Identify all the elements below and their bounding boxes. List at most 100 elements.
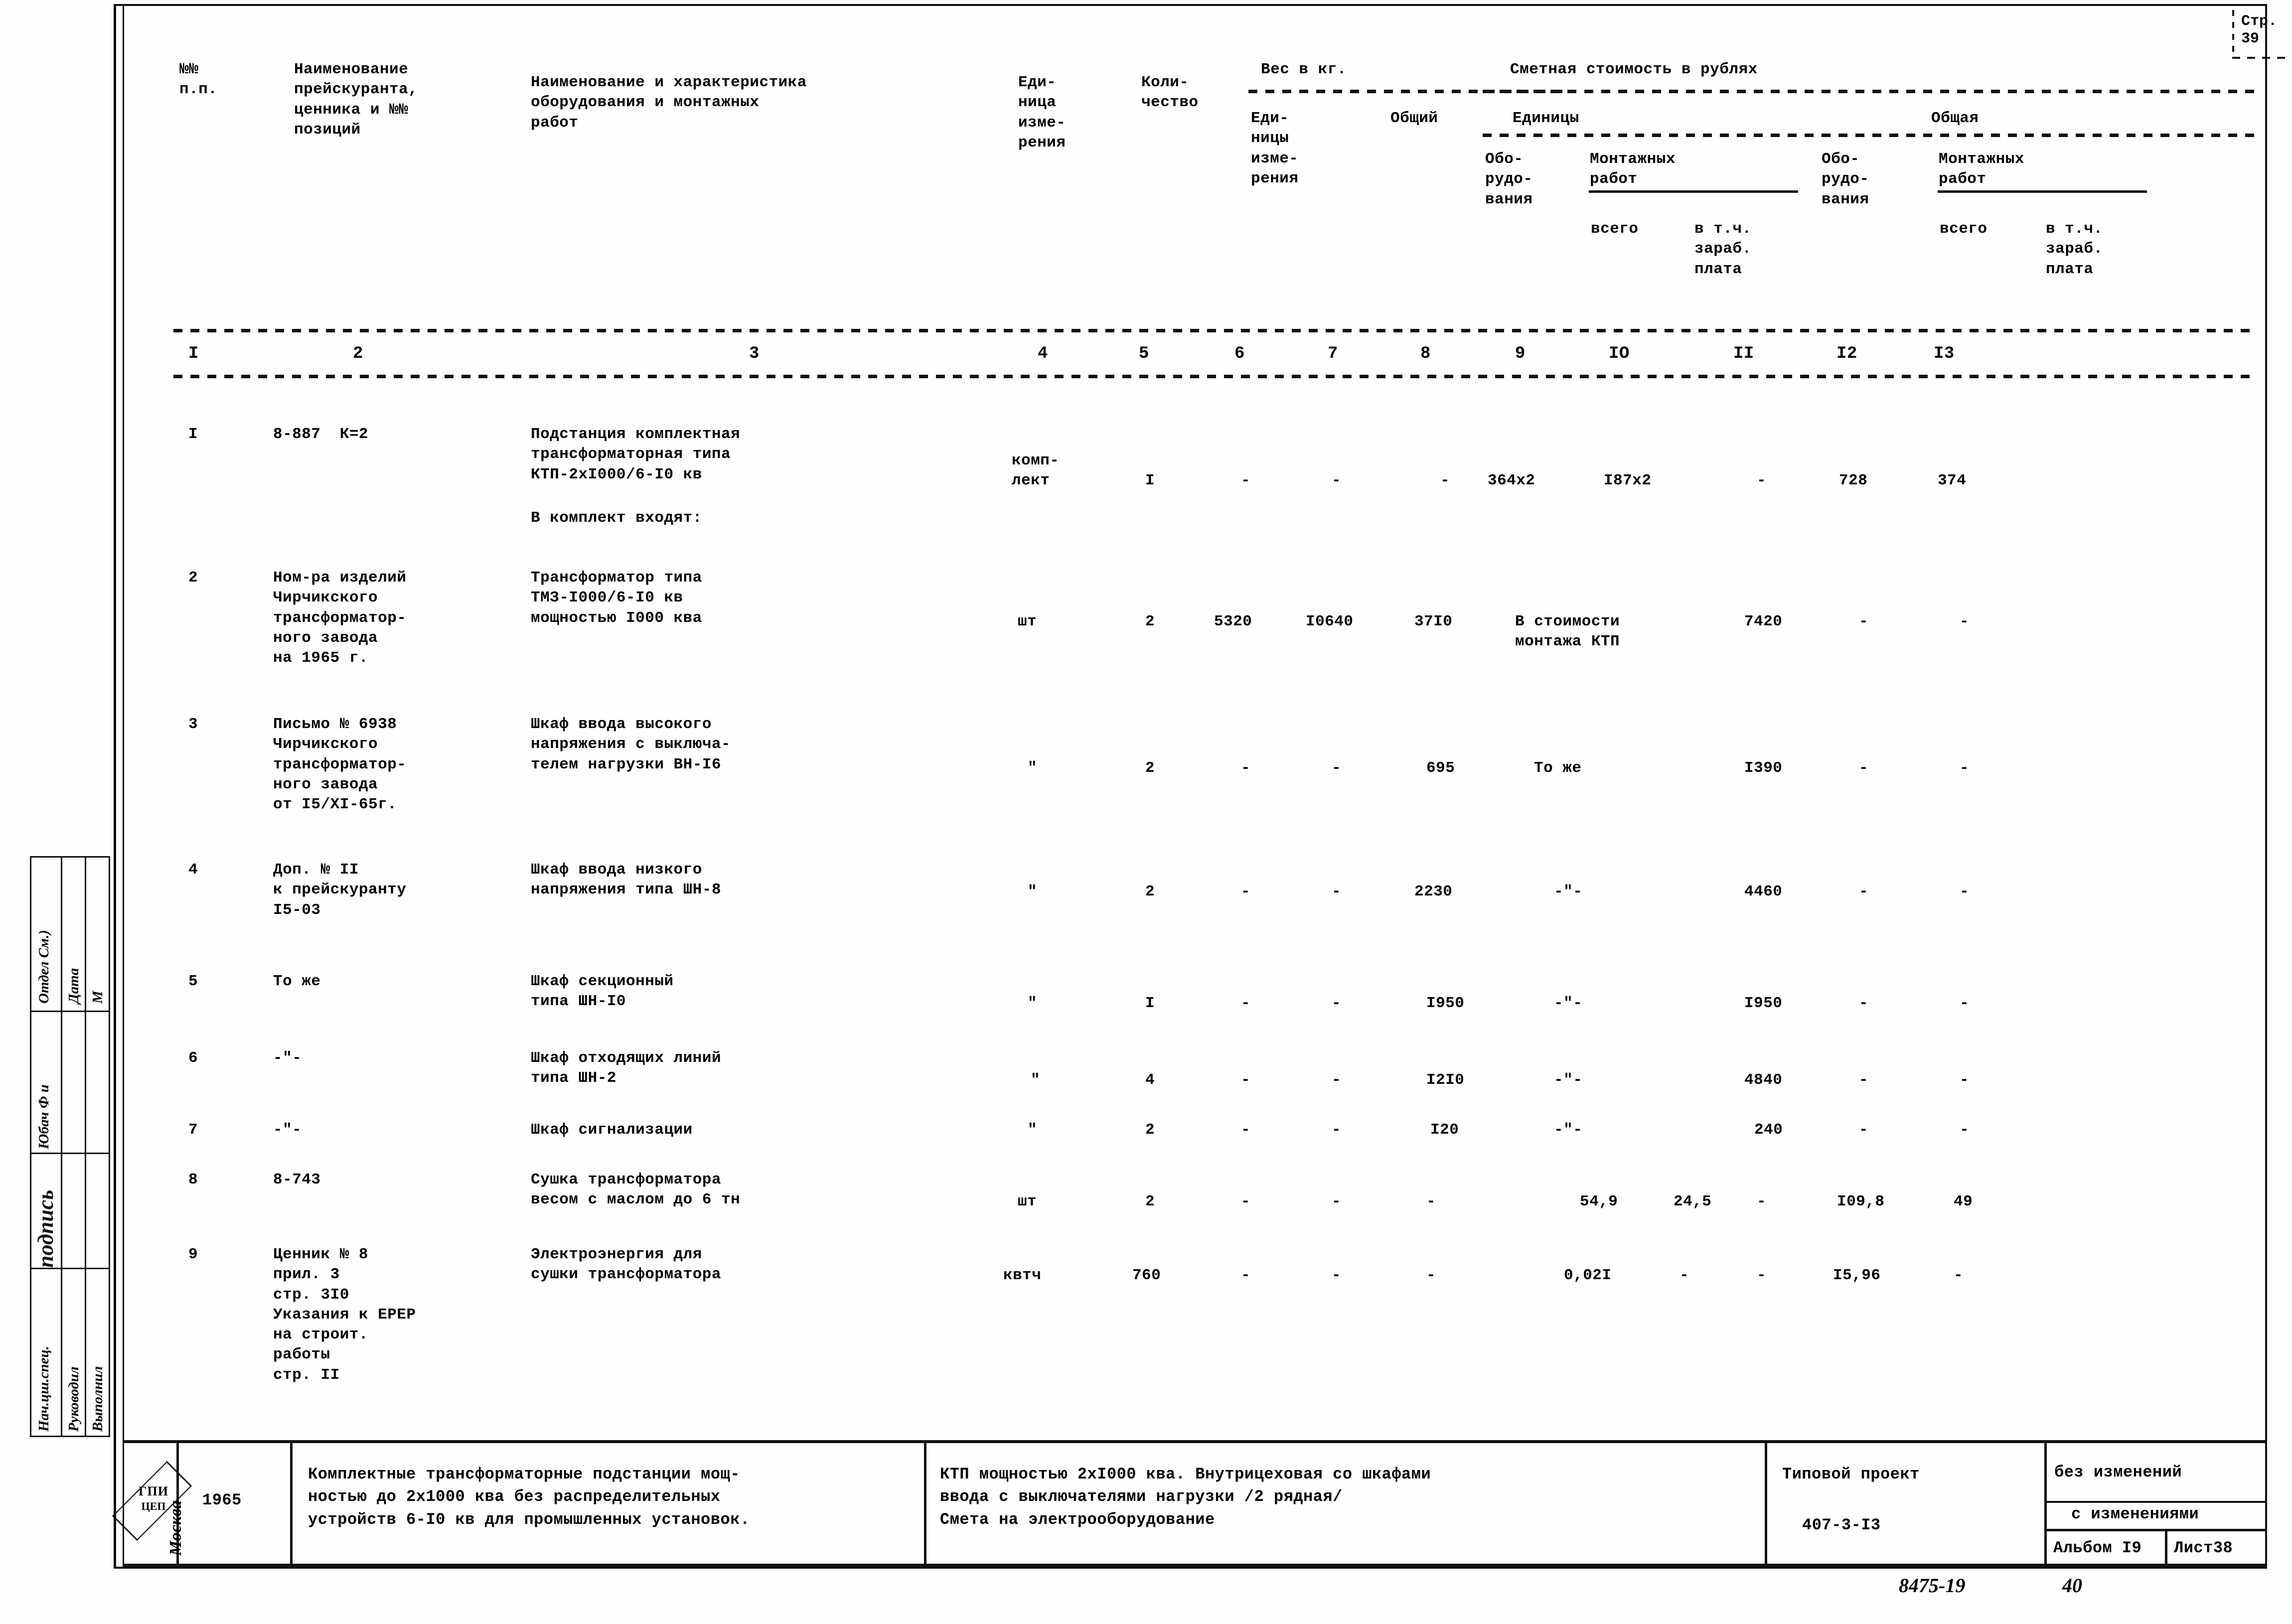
title-block-divider-description [1765, 1440, 1767, 1567]
row-5-total-montazh-all: - [1859, 995, 1869, 1012]
title-block-project-code: 407-3-I3 [1802, 1516, 1881, 1534]
row-3-total-montazh-all: - [1859, 759, 1869, 777]
rule-below-colnums [173, 375, 2257, 378]
row-4-total-equipment: 4460 [1744, 883, 1783, 900]
row-7-total-montazh-wage: - [1960, 1121, 1970, 1139]
row-1-name: Подстанция комплектная трансформаторная … [531, 426, 741, 483]
rule-cost-group [1483, 90, 2260, 93]
row-7-weight-total: - [1332, 1121, 1342, 1139]
header-col-5: Коли- чество [1141, 74, 1199, 112]
header-col-3: Наименование и характеристика оборудован… [531, 74, 807, 132]
row-2-cost-montazh-span: В стоимости монтажа КТП [1515, 613, 1620, 651]
column-number-1: I [188, 344, 199, 363]
stamp-label-department: Отдел См.) [36, 930, 52, 1004]
row-5-name: Шкаф секционный типа ШН-I0 [531, 973, 674, 1011]
title-block-year: 1965 [202, 1491, 242, 1509]
row-3-cost-equipment: 695 [1426, 759, 1455, 777]
column-number-4: 4 [1038, 344, 1048, 363]
stamp-label-supervised: Руководил [66, 1366, 82, 1432]
row-1-qty: I [1145, 472, 1155, 489]
row-4-number: 4 [188, 861, 198, 879]
row-5-cost-equipment: I950 [1426, 995, 1465, 1012]
row-4-qty: 2 [1145, 883, 1155, 900]
row-9-cost-montazh-wage: - [1680, 1267, 1689, 1284]
row-6-cost-montazh-span: -"- [1554, 1071, 1583, 1089]
row-5-unit: " [1028, 995, 1038, 1012]
row-2-name: Трансформатор типа ТМЗ-I000/6-I0 кв мощн… [531, 569, 702, 627]
stamp-col-line-top [30, 856, 110, 858]
title-block: ГПИ ЦЕП Москва 1965 Комплектные трансфор… [112, 1440, 2267, 1567]
row-9-total-equipment: - [1757, 1267, 1767, 1284]
header-col-4: Еди- ница изме- рения [1018, 74, 1066, 151]
row-1-unit: комп- лект [1012, 452, 1060, 490]
column-number-11: II [1733, 344, 1754, 363]
row-9-cost-montazh-all: 0,02I [1564, 1267, 1612, 1284]
row-3-weight-unit: - [1241, 759, 1251, 777]
row-5-source: То же [273, 973, 321, 990]
page-number-rule-horizontal [2232, 57, 2292, 59]
row-4-cost-montazh-span: -"- [1554, 883, 1583, 900]
row-8-cost-montazh-all: 54,9 [1580, 1193, 1618, 1210]
row-8-total-montazh-wage: 49 [1954, 1193, 1973, 1210]
header-unit-group: Единицы [1513, 110, 1579, 127]
row-8-source: 8-743 [273, 1171, 321, 1188]
gpi-logo-label-1: ГПИ [139, 1484, 168, 1498]
row-2-cost-equipment: 37I0 [1414, 613, 1453, 630]
row-2-weight-unit: 5320 [1214, 613, 1252, 630]
rule-montazh-total [1938, 190, 2147, 193]
row-6-cost-equipment: I2I0 [1426, 1071, 1465, 1089]
gpi-logo-city: Москва [166, 1500, 185, 1556]
header-col-10: в т.ч. зараб. плата [1694, 220, 1752, 278]
row-6-total-montazh-wage: - [1960, 1071, 1970, 1089]
row-5-weight-total: - [1332, 995, 1342, 1012]
approval-stamp-column: Отдел См.) Юбач Ф и Нач.цш.спец. Руковод… [30, 856, 110, 1437]
row-4-name: Шкаф ввода низкого напряжения типа ШН-8 [531, 861, 722, 899]
row-6-weight-unit: - [1241, 1071, 1251, 1089]
frame-border-left-2 [123, 4, 124, 1569]
row-3-qty: 2 [1145, 759, 1155, 777]
title-block-album: Альбом I9 [2053, 1539, 2142, 1557]
row-9-unit: квтч [1003, 1267, 1042, 1284]
stamp-col-line-mid2 [85, 856, 86, 1437]
title-block-revision-none: без изменений [2054, 1463, 2182, 1481]
row-2-total-montazh-wage: - [1960, 613, 1970, 630]
row-4-weight-unit: - [1241, 883, 1251, 900]
row-4-total-montazh-all: - [1859, 883, 1869, 900]
row-1-weight-total: - [1332, 472, 1342, 489]
row-8-number: 8 [188, 1171, 198, 1188]
rule-unit-total-group [1483, 134, 2260, 137]
column-number-5: 5 [1139, 344, 1149, 363]
row-4-weight-total: - [1332, 883, 1342, 900]
row-9-name: Электроэнергия для сушки трансформатора [531, 1246, 722, 1284]
row-1-cost-equipment: - [1440, 472, 1450, 489]
title-block-project-label: Типовой проект [1782, 1465, 1920, 1483]
row-7-cost-montazh-span: -"- [1554, 1121, 1583, 1139]
header-cost-group: Сметная стоимость в рублях [1510, 61, 1758, 78]
column-number-7: 7 [1328, 344, 1338, 363]
row-3-unit: " [1028, 759, 1038, 777]
frame-border-right [2265, 4, 2267, 1569]
frame-border-left [114, 4, 116, 1569]
title-block-divider-year [290, 1440, 293, 1567]
header-col-7: Общий [1390, 110, 1438, 127]
row-3-number: 3 [188, 716, 198, 733]
page-number-label: Стр. [2241, 13, 2277, 30]
header-weight-group: Вес в кг. [1261, 61, 1347, 78]
row-3-total-montazh-wage: - [1960, 759, 1970, 777]
row-8-weight-total: - [1332, 1193, 1342, 1210]
row-8-cost-montazh-wage: 24,5 [1674, 1193, 1712, 1210]
row-1-weight-unit: - [1241, 472, 1251, 489]
row-3-weight-total: - [1332, 759, 1342, 777]
row-1-note: В комплект входят: [531, 509, 702, 527]
row-7-qty: 2 [1145, 1121, 1155, 1139]
header-col-8: Обо- рудо- вания [1485, 150, 1533, 208]
column-number-6: 6 [1234, 344, 1245, 363]
row-3-source: Письмо № 6938 Чирчикского трансформатор-… [273, 716, 407, 814]
title-block-divider-object [924, 1440, 926, 1567]
row-2-total-montazh-all: - [1859, 613, 1869, 630]
title-block-sheet: Лист38 [2174, 1539, 2233, 1557]
handwritten-number: 40 [2062, 1574, 2082, 1597]
header-col-11: Обо- рудо- вания [1822, 150, 1869, 208]
header-col-6: Еди- ницы изме- рения [1251, 110, 1299, 187]
column-number-3: 3 [749, 344, 760, 363]
